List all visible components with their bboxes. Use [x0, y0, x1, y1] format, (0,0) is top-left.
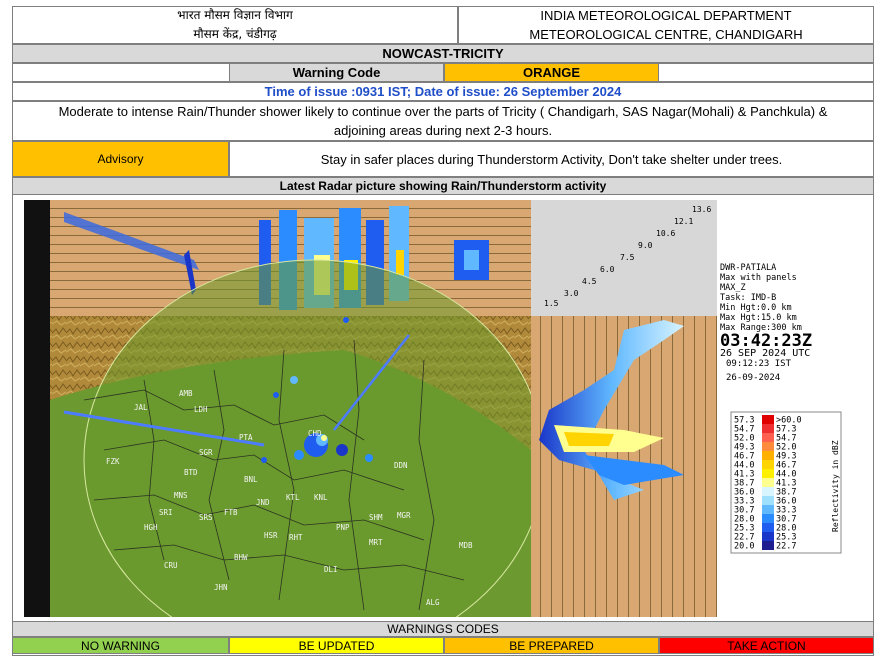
city-label: CRU	[164, 561, 178, 570]
height-label: 12.1	[674, 217, 693, 226]
legend-color-swatch	[762, 415, 774, 424]
city-label: LDH	[194, 405, 208, 414]
code-take-action: TAKE ACTION	[659, 637, 874, 654]
header-hindi: भारत मौसम विज्ञान विभाग मौसम केंद्र, चंड…	[12, 6, 458, 44]
legend-color-swatch	[762, 487, 774, 496]
city-label: SRI	[159, 508, 173, 517]
city-label: PTA	[239, 433, 253, 442]
city-label: HSR	[264, 531, 278, 540]
legend-low-value: 20.0	[734, 542, 754, 552]
issue-time: Time of issue :0931 IST; Date of issue: …	[12, 82, 874, 101]
height-label: 10.6	[656, 229, 675, 238]
city-label: CHD	[308, 429, 322, 438]
code-be-prepared: BE PREPARED	[444, 637, 659, 654]
advisory-text: Stay in safer places during Thunderstorm…	[229, 141, 874, 177]
height-label: 13.6	[692, 205, 711, 214]
city-label: MGR	[397, 511, 411, 520]
code-no-warning: NO WARNING	[12, 637, 229, 654]
page-title: NOWCAST-TRICITY	[12, 44, 874, 63]
legend-color-swatch	[762, 469, 774, 478]
city-label: FZK	[106, 457, 120, 466]
legend-color-swatch	[762, 532, 774, 541]
city-label: BHW	[234, 553, 248, 562]
city-label: SHM	[369, 513, 383, 522]
height-label: 1.5	[544, 299, 559, 308]
header-hindi-line2: मौसम केंद्र, चंडीगढ़	[193, 27, 277, 41]
utc-date: 26 SEP 2024 UTC	[720, 348, 810, 359]
forecast-message: Moderate to intense Rain/Thunder shower …	[12, 101, 874, 141]
info-line: Max Hgt:15.0 km	[720, 313, 797, 323]
header-hindi-line1: भारत मौसम विज्ञान विभाग	[177, 8, 293, 22]
city-label: KTL	[286, 493, 300, 502]
legend-color-swatch	[762, 478, 774, 487]
info-line: Max with panels	[720, 273, 797, 283]
city-label: ALG	[426, 598, 440, 607]
city-label: JHN	[214, 583, 228, 592]
city-label: JAL	[134, 403, 148, 412]
radar-image: 13.6 12.1 10.6 9.0 7.5 6.0 4.5 3.0 1.5 C…	[24, 200, 862, 661]
legend-color-swatch	[762, 433, 774, 442]
ist-date: 26-09-2024	[726, 373, 780, 383]
city-label: PNP	[336, 523, 350, 532]
city-label: JND	[256, 498, 270, 507]
height-label: 4.5	[582, 277, 597, 286]
city-label: DDN	[394, 461, 408, 470]
height-label: 6.0	[600, 265, 615, 274]
legend-title: Reflectivity in dBZ	[831, 440, 840, 532]
legend-color-swatch	[762, 523, 774, 532]
warning-codes-title: WARNINGS CODES	[12, 621, 874, 637]
city-label: BTD	[184, 468, 198, 477]
city-label: SGR	[199, 448, 213, 457]
height-label: 3.0	[564, 289, 579, 298]
legend-high-value: 22.7	[776, 542, 796, 552]
city-label: BNL	[244, 475, 258, 484]
height-label: 9.0	[638, 241, 653, 250]
city-label: KNL	[314, 493, 328, 502]
warning-code-label: Warning Code	[229, 63, 444, 82]
header-english-line1: INDIA METEOROLOGICAL DEPARTMENT	[540, 8, 792, 23]
info-line: DWR-PATIALA	[720, 263, 776, 273]
legend-color-swatch	[762, 442, 774, 451]
warning-code-value: ORANGE	[444, 63, 659, 82]
legend-color-swatch	[762, 514, 774, 523]
city-label: FTB	[224, 508, 238, 517]
legend-color-swatch	[762, 541, 774, 550]
info-line: MAX_Z	[720, 283, 746, 293]
ist-time: 09:12:23 IST	[726, 359, 792, 369]
city-label: MDB	[459, 541, 473, 550]
city-label: SRS	[199, 513, 213, 522]
info-line: Task: IMD-B	[720, 293, 776, 303]
city-label: HGH	[144, 523, 158, 532]
legend-color-swatch	[762, 460, 774, 469]
radar-caption: Latest Radar picture showing Rain/Thunde…	[12, 177, 874, 195]
city-label: MRT	[369, 538, 383, 547]
city-label: MNS	[174, 491, 188, 500]
city-label: RHT	[289, 533, 303, 542]
legend-color-swatch	[762, 451, 774, 460]
code-be-updated: BE UPDATED	[229, 637, 444, 654]
advisory-label: Advisory	[12, 141, 229, 177]
radar-left-margin	[24, 200, 50, 617]
height-label: 7.5	[620, 253, 635, 262]
header-english: INDIA METEOROLOGICAL DEPARTMENT METEOROL…	[458, 6, 874, 44]
city-label: AMB	[179, 389, 193, 398]
info-line: Min Hgt:0.0 km	[720, 303, 792, 313]
city-label: DLI	[324, 565, 338, 574]
legend-color-swatch	[762, 496, 774, 505]
legend-color-swatch	[762, 424, 774, 433]
header-english-line2: METEOROLOGICAL CENTRE, CHANDIGARH	[529, 27, 803, 42]
legend-color-swatch	[762, 505, 774, 514]
